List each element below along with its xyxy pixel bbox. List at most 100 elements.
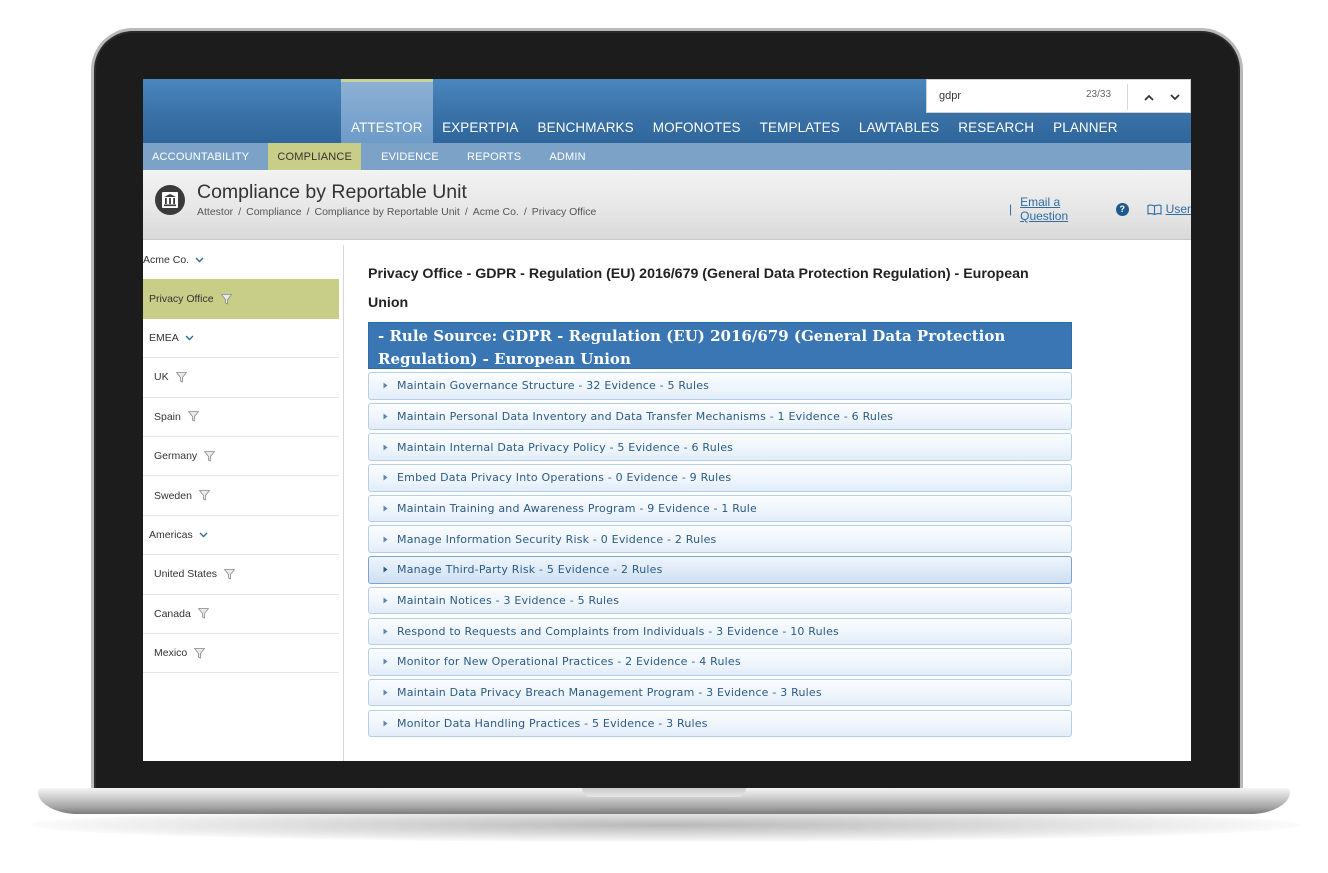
filter-icon[interactable]: [197, 608, 209, 619]
tree-item-spain[interactable]: Spain: [143, 398, 339, 437]
find-bar: 23/33: [926, 79, 1191, 113]
email-question-link[interactable]: Email a Question: [1020, 195, 1110, 223]
filter-icon[interactable]: [224, 568, 236, 580]
page-title: Compliance by Reportable Unit: [197, 181, 467, 203]
rule-row[interactable]: Manage Third-Party Risk - 5 Evidence - 2…: [368, 556, 1072, 584]
chevron-down-icon[interactable]: [199, 532, 208, 538]
breadcrumb: Attestor / Compliance / Compliance by Re…: [197, 206, 596, 218]
nav-tab-templates[interactable]: TEMPLATES: [750, 79, 849, 143]
filter-icon[interactable]: [194, 647, 206, 659]
rule-row[interactable]: Manage Information Security Risk - 0 Evi…: [368, 525, 1072, 553]
rule-row[interactable]: Maintain Data Privacy Breach Management …: [368, 678, 1072, 707]
tree-item-sweden[interactable]: Sweden: [143, 476, 339, 516]
filter-icon[interactable]: [198, 490, 210, 501]
filter-icon[interactable]: [187, 411, 199, 422]
rule-row[interactable]: Maintain Personal Data Inventory and Dat…: [368, 402, 1072, 431]
rule-row[interactable]: Maintain Governance Structure - 32 Evide…: [368, 372, 1072, 400]
rule-row[interactable]: Maintain Internal Data Privacy Policy - …: [368, 433, 1072, 461]
rule-label: Manage Information Security Risk - 0 Evi…: [397, 532, 717, 546]
tree-item-label: Germany: [154, 450, 198, 463]
breadcrumb-item[interactable]: Attestor: [197, 206, 233, 218]
rule-row[interactable]: Monitor for New Operational Practices - …: [368, 648, 1072, 676]
nav-tab-expertpia[interactable]: EXPERTPIA: [433, 79, 528, 143]
rule-list: Maintain Governance Structure - 32 Evide…: [368, 372, 1073, 738]
rule-label: Maintain Data Privacy Breach Management …: [397, 686, 822, 700]
sidebar-divider: [343, 245, 344, 761]
rule-row[interactable]: Maintain Training and Awareness Program …: [368, 494, 1072, 523]
app-screen: ATTESTOR EXPERTPIA BENCHMARKS MOFONOTES …: [143, 79, 1191, 761]
tree-item-label: EMEA: [149, 331, 179, 344]
bank-icon: [155, 185, 185, 215]
nav-tab-attestor[interactable]: ATTESTOR: [341, 79, 433, 143]
tree-item-uk[interactable]: UK: [143, 358, 339, 398]
filter-icon[interactable]: [175, 371, 187, 383]
tree-item-mexico[interactable]: Mexico: [143, 634, 339, 674]
tree-item-label: Acme Co.: [143, 253, 190, 266]
expand-arrow-icon: [383, 658, 388, 665]
breadcrumb-separator: /: [523, 206, 527, 218]
tree-item-americas[interactable]: Americas: [143, 516, 339, 556]
help-icon[interactable]: ?: [1115, 202, 1129, 216]
rule-row[interactable]: Respond to Requests and Complaints from …: [368, 617, 1072, 645]
breadcrumb-item[interactable]: Acme Co.: [473, 206, 519, 218]
reportable-unit-tree: Acme Co. Privacy Office EMEA UK Spain Ge…: [143, 240, 339, 761]
tree-item-label: Canada: [154, 607, 191, 620]
breadcrumb-item[interactable]: Compliance by Reportable Unit: [314, 206, 459, 218]
expand-arrow-icon: [383, 628, 388, 635]
nav-tab-mofonotes[interactable]: MOFONOTES: [643, 79, 750, 143]
find-next-button[interactable]: [1165, 86, 1185, 108]
chevron-down-icon: [1170, 93, 1180, 100]
chevron-up-icon: [1144, 94, 1154, 101]
tree-item-emea[interactable]: EMEA: [143, 319, 339, 359]
rule-label: Manage Third-Party Risk - 5 Evidence - 2…: [397, 563, 663, 577]
page-header: Compliance by Reportable Unit Attestor /…: [143, 170, 1191, 240]
tree-item-label: Spain: [154, 410, 181, 423]
expand-arrow-icon: [383, 382, 388, 389]
link-separator: |: [1009, 202, 1013, 216]
rule-row[interactable]: Monitor Data Handling Practices - 5 Evid…: [368, 709, 1072, 738]
find-prev-button[interactable]: [1139, 86, 1159, 108]
subnav-tab-compliance[interactable]: COMPLIANCE: [268, 143, 362, 170]
subnav-tab-accountability[interactable]: ACCOUNTABILITY: [143, 143, 268, 170]
top-navigation: ATTESTOR EXPERTPIA BENCHMARKS MOFONOTES …: [143, 79, 1191, 143]
laptop-notch: [582, 788, 746, 797]
sub-navigation: ACCOUNTABILITY COMPLIANCE EVIDENCE REPOR…: [143, 143, 1191, 170]
rule-row[interactable]: Maintain Notices - 3 Evidence - 5 Rules: [368, 586, 1072, 615]
subnav-tab-reports[interactable]: REPORTS: [453, 143, 535, 170]
find-input[interactable]: [939, 90, 1079, 102]
breadcrumb-item[interactable]: Compliance: [246, 206, 301, 218]
header-links: | Email a Question ? User: [1009, 195, 1191, 223]
expand-arrow-icon: [383, 689, 388, 696]
tree-item-label: UK: [154, 371, 169, 384]
subnav-tab-evidence[interactable]: EVIDENCE: [361, 143, 453, 170]
breadcrumb-separator: /: [306, 206, 310, 218]
rule-label: Maintain Notices - 3 Evidence - 5 Rules: [397, 594, 620, 608]
section-heading: Privacy Office - GDPR - Regulation (EU) …: [368, 266, 1029, 311]
nav-tab-benchmarks[interactable]: BENCHMARKS: [528, 79, 643, 143]
chevron-down-icon[interactable]: [195, 257, 204, 263]
tree-item-privacy-office[interactable]: Privacy Office: [143, 279, 339, 319]
find-divider: [1127, 84, 1128, 110]
rule-label: Maintain Training and Awareness Program …: [397, 502, 758, 515]
subnav-tab-admin[interactable]: ADMIN: [535, 143, 594, 170]
tree-item-acme-co[interactable]: Acme Co.: [143, 240, 339, 279]
tree-item-canada[interactable]: Canada: [143, 595, 339, 634]
expand-arrow-icon: [383, 474, 388, 481]
rule-label: Monitor for New Operational Practices - …: [397, 655, 741, 669]
expand-arrow-icon: [383, 720, 388, 727]
chevron-down-icon[interactable]: [185, 335, 194, 341]
tree-item-label: Mexico: [154, 647, 188, 660]
expand-arrow-icon: [383, 566, 388, 573]
rule-label: Respond to Requests and Complaints from …: [397, 624, 839, 638]
filter-icon[interactable]: [204, 450, 216, 462]
tree-item-united-states[interactable]: United States: [143, 555, 339, 595]
tree-item-germany[interactable]: Germany: [143, 437, 339, 477]
filter-icon[interactable]: [220, 293, 232, 305]
rule-row[interactable]: Embed Data Privacy Into Operations - 0 E…: [368, 464, 1072, 492]
rule-label: Maintain Governance Structure - 32 Evide…: [397, 379, 710, 393]
expand-arrow-icon: [383, 597, 388, 604]
rule-label: Maintain Internal Data Privacy Policy - …: [397, 440, 734, 454]
rule-label: Maintain Personal Data Inventory and Dat…: [397, 409, 894, 423]
rule-source-header[interactable]: - Rule Source: GDPR - Regulation (EU) 20…: [368, 322, 1072, 369]
user-guide-link[interactable]: User: [1166, 202, 1191, 216]
